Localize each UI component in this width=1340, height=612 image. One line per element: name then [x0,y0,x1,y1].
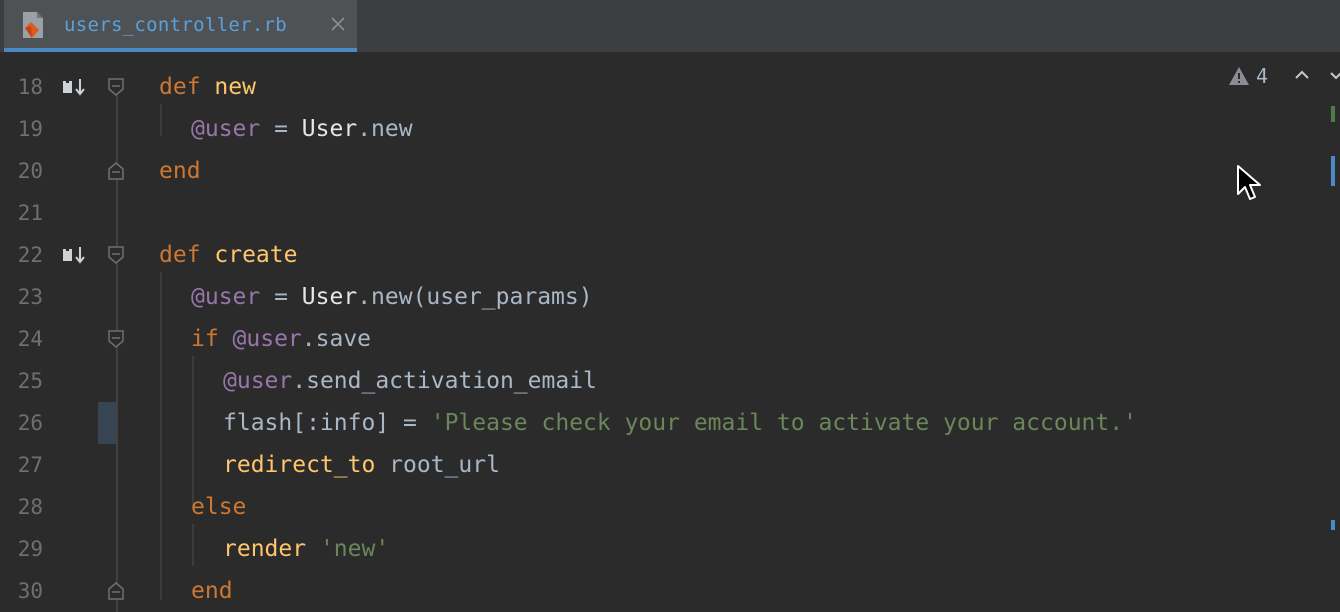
code-token: @user [223,368,293,394]
inspection-widget: 4 [1210,62,1340,102]
tab-users-controller[interactable]: users_controller.rb [4,0,357,52]
code-token: @user [191,284,261,310]
line-number[interactable]: 30 [0,570,43,612]
code-line[interactable]: 20 end [0,150,1340,192]
fold-end-icon[interactable] [107,161,125,181]
overrides-method-icon[interactable] [62,245,88,265]
code-line[interactable]: 19 @user = User.new [0,108,1340,150]
line-number[interactable]: 24 [0,318,43,360]
line-number[interactable]: 19 [0,108,43,150]
code-token: if [191,326,233,352]
code-token: end [191,578,233,604]
error-stripe-mark[interactable] [1331,520,1335,530]
code-text[interactable]: flash[:info] = 'Please check your email … [223,402,1137,444]
code-token: end [159,158,201,184]
mouse-cursor-icon [1237,165,1261,200]
code-token: = [260,116,302,142]
code-token: 'new' [319,536,390,562]
code-line[interactable]: 27 redirect_to root_url [0,444,1340,486]
chevron-down-icon[interactable] [1328,65,1340,85]
fold-collapse-icon[interactable] [107,329,125,349]
code-token: redirect_to [223,452,390,478]
line-number[interactable]: 21 [0,192,43,234]
tab-label: users_controller.rb [64,14,288,36]
code-line[interactable]: 26 flash[:info] = 'Please check your emai… [0,402,1340,444]
code-line[interactable]: 25 @user.send_activation_email [0,360,1340,402]
line-number[interactable]: 18 [0,66,43,108]
code-token: def [159,242,215,268]
chevron-up-icon[interactable] [1292,65,1312,85]
code-line[interactable]: 22 def create [0,234,1340,276]
code-text[interactable]: def create [159,234,297,276]
line-number[interactable]: 23 [0,276,43,318]
overrides-method-icon[interactable] [62,77,88,97]
code-token: root_url [389,452,500,478]
ruby-file-icon [23,12,43,38]
fold-collapse-icon[interactable] [107,77,125,97]
error-stripe-mark[interactable] [1331,156,1335,186]
code-token: render [223,536,320,562]
code-text[interactable]: @user = User.new [191,108,413,150]
code-line[interactable]: 30 end [0,570,1340,612]
code-text[interactable]: else [191,486,246,528]
code-token: .new(user_params) [357,284,593,310]
code-token: .save [301,326,372,352]
line-number[interactable]: 22 [0,234,43,276]
code-text[interactable]: end [191,570,233,612]
code-token: @user [232,326,302,352]
code-line[interactable]: 28 else [0,486,1340,528]
code-line[interactable]: 24 if @user.save [0,318,1340,360]
code-token: create [214,242,298,268]
code-token: .new [357,116,413,142]
code-line[interactable]: 21 [0,192,1340,234]
line-number[interactable]: 20 [0,150,43,192]
line-number[interactable]: 28 [0,486,43,528]
code-editor[interactable]: 18 def new 19 @user = User.new 20 end 21 22 def … [0,52,1340,612]
line-number[interactable]: 25 [0,360,43,402]
code-text[interactable]: redirect_to root_url [223,444,500,486]
code-text[interactable]: @user = User.new(user_params) [191,276,593,318]
close-icon[interactable] [329,15,347,33]
fold-collapse-icon[interactable] [107,245,125,265]
code-token: = [260,284,302,310]
code-token: new [214,74,256,100]
code-text[interactable]: @user.send_activation_email [223,360,597,402]
line-number[interactable]: 26 [0,402,43,444]
code-token: else [191,494,247,520]
code-token: .send_activation_email [292,368,597,394]
warning-icon[interactable] [1228,66,1250,86]
code-text[interactable]: if @user.save [191,318,371,360]
code-token: 'Please check your email to activate you… [430,410,1137,436]
editor-tab-bar: users_controller.rb [0,0,1340,52]
code-text[interactable]: render 'new' [223,528,389,570]
code-line[interactable]: 23 @user = User.new(user_params) [0,276,1340,318]
code-text[interactable]: end [159,150,201,192]
code-line[interactable]: 29 render 'new' [0,528,1340,570]
fold-end-icon[interactable] [107,581,125,601]
code-token: User [301,116,358,142]
code-token: User [301,284,358,310]
warning-count: 4 [1256,64,1269,88]
error-stripe-mark[interactable] [1331,106,1335,122]
code-token: flash[:info] = [223,410,431,436]
code-text[interactable]: def new [159,66,256,108]
code-line[interactable]: 18 def new [0,66,1340,108]
line-number[interactable]: 29 [0,528,43,570]
code-token: @user [191,116,261,142]
line-number[interactable]: 27 [0,444,43,486]
code-token: def [159,74,215,100]
